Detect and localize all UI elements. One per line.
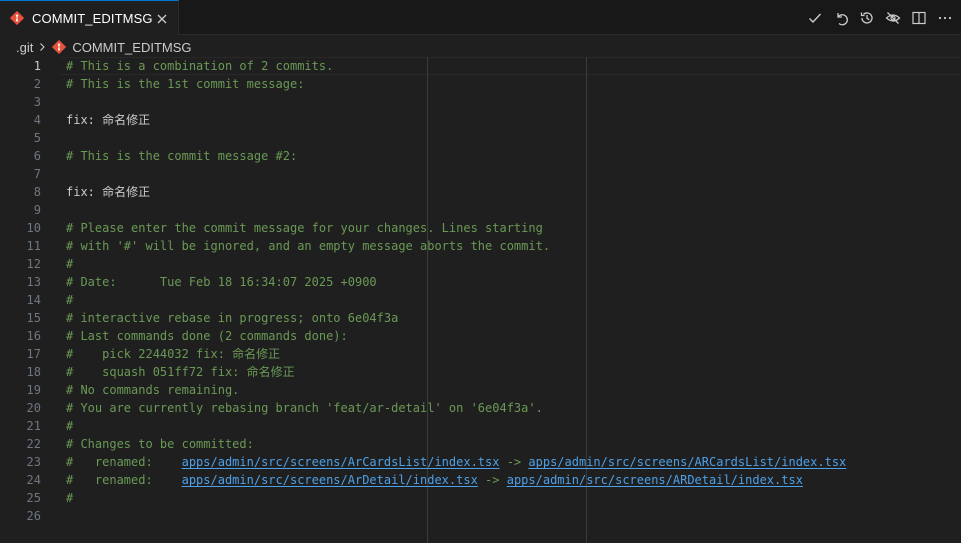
more-icon[interactable] <box>936 9 953 26</box>
line-text: # <box>66 419 74 433</box>
line-number: 5 <box>33 131 41 145</box>
file-link[interactable]: apps/admin/src/screens/ARCardsList/index… <box>528 455 846 469</box>
code-line[interactable]: 14 # <box>0 291 961 309</box>
line-text: # You are currently rebasing branch 'fea… <box>66 401 543 415</box>
rename-label: # renamed: <box>66 455 182 469</box>
rename-arrow: -> <box>477 473 507 487</box>
line-number: 3 <box>33 95 41 109</box>
line-text: # No commands remaining. <box>66 383 240 397</box>
line-text: # pick 2244032 fix: 命名修正 <box>66 347 281 361</box>
history-icon[interactable] <box>858 9 875 26</box>
line-text: # Please enter the commit message for yo… <box>66 221 543 235</box>
rename-label: # renamed: <box>66 473 182 487</box>
line-number: 21 <box>26 419 41 433</box>
tab-commit-editmsg[interactable]: COMMIT_EDITMSG <box>0 0 179 35</box>
code-line[interactable]: 21 # <box>0 417 961 435</box>
editor-tab-bar: COMMIT_EDITMSG <box>0 0 961 35</box>
code-line[interactable]: 22 # Changes to be committed: <box>0 435 961 453</box>
line-text: # Changes to be committed: <box>66 437 254 451</box>
line-text: # This is a combination of 2 commits. <box>66 59 334 73</box>
code-line[interactable]: 6 # This is the commit message #2: <box>0 147 961 165</box>
line-number: 25 <box>26 491 41 505</box>
code-line[interactable]: 13 # Date: Tue Feb 18 16:34:07 2025 +0900 <box>0 273 961 291</box>
line-number: 7 <box>33 167 41 181</box>
line-number: 14 <box>26 293 41 307</box>
tab-label: COMMIT_EDITMSG <box>32 11 153 26</box>
line-number: 15 <box>26 311 41 325</box>
code-line[interactable]: 9 <box>0 201 961 219</box>
code-line[interactable]: 16 # Last commands done (2 commands done)… <box>0 327 961 345</box>
line-number: 8 <box>33 185 41 199</box>
code-line[interactable]: 7 <box>0 165 961 183</box>
line-text: # <box>66 293 74 307</box>
code-line[interactable]: 18 # squash 051ff72 fix: 命名修正 <box>0 363 961 381</box>
split-editor-icon[interactable] <box>910 9 927 26</box>
code-line[interactable]: 26 <box>0 507 961 525</box>
line-number: 13 <box>26 275 41 289</box>
line-text: # renamed: apps/admin/src/screens/ArDeta… <box>66 471 803 489</box>
code-line[interactable]: 24 # renamed: apps/admin/src/screens/ArDe… <box>0 471 961 489</box>
code-line[interactable]: 11 # with '#' will be ignored, and an emp… <box>0 237 961 255</box>
line-text: # Date: Tue Feb 18 16:34:07 2025 +0900 <box>66 275 377 289</box>
code-line[interactable]: 3 <box>0 93 961 111</box>
breadcrumb: .git COMMIT_EDITMSG <box>0 36 961 58</box>
code-line[interactable]: 23 # renamed: apps/admin/src/screens/ArCa… <box>0 453 961 471</box>
undo-icon[interactable] <box>832 9 849 26</box>
line-text: # This is the commit message #2: <box>66 149 298 163</box>
check-icon[interactable] <box>806 9 823 26</box>
eye-closed-icon[interactable] <box>884 9 901 26</box>
line-text: # <box>66 257 74 271</box>
code-line[interactable]: 5 <box>0 129 961 147</box>
code-line[interactable]: 1 # This is a combination of 2 commits. <box>0 57 961 75</box>
line-text: # squash 051ff72 fix: 命名修正 <box>66 365 295 379</box>
line-text: # This is the 1st commit message: <box>66 77 305 91</box>
git-file-icon <box>52 40 67 54</box>
line-number: 6 <box>33 149 41 163</box>
line-number: 23 <box>26 455 41 469</box>
git-file-icon <box>9 10 25 30</box>
line-number: 18 <box>26 365 41 379</box>
editor-actions <box>806 9 953 26</box>
line-text: # with '#' will be ignored, and an empty… <box>66 239 551 253</box>
file-link[interactable]: apps/admin/src/screens/ArDetail/index.ts… <box>182 473 478 487</box>
line-text: # interactive rebase in progress; onto 6… <box>66 311 399 325</box>
code-line[interactable]: 10 # Please enter the commit message for … <box>0 219 961 237</box>
line-number: 10 <box>26 221 41 235</box>
line-number: 16 <box>26 329 41 343</box>
line-number: 20 <box>26 401 41 415</box>
code-line[interactable]: 17 # pick 2244032 fix: 命名修正 <box>0 345 961 363</box>
line-number: 22 <box>26 437 41 451</box>
line-number: 2 <box>33 77 41 91</box>
breadcrumb-file[interactable]: COMMIT_EDITMSG <box>72 40 191 55</box>
line-text: # Last commands done (2 commands done): <box>66 329 348 343</box>
line-text: # renamed: apps/admin/src/screens/ArCard… <box>66 453 846 471</box>
code-line[interactable]: 8 fix: 命名修正 <box>0 183 961 201</box>
line-number: 17 <box>26 347 41 361</box>
close-icon[interactable] <box>154 11 170 27</box>
line-number: 11 <box>26 239 41 253</box>
code-line[interactable]: 15 # interactive rebase in progress; onto… <box>0 309 961 327</box>
line-number: 26 <box>26 509 41 523</box>
code-line[interactable]: 19 # No commands remaining. <box>0 381 961 399</box>
code-line[interactable]: 4 fix: 命名修正 <box>0 111 961 129</box>
line-number: 12 <box>26 257 41 271</box>
rename-arrow: -> <box>499 455 529 469</box>
code-line[interactable]: 12 # <box>0 255 961 273</box>
line-number: 9 <box>33 203 41 217</box>
line-number: 1 <box>33 59 41 73</box>
code-line[interactable]: 2 # This is the 1st commit message: <box>0 75 961 93</box>
line-number: 19 <box>26 383 41 397</box>
line-text: fix: 命名修正 <box>66 113 151 127</box>
line-number: 4 <box>33 113 41 127</box>
file-link[interactable]: apps/admin/src/screens/ArCardsList/index… <box>182 455 500 469</box>
chevron-right-icon <box>37 42 47 52</box>
code-editor[interactable]: 1 # This is a combination of 2 commits. 2 #… <box>0 57 961 543</box>
code-line[interactable]: 20 # You are currently rebasing branch 'f… <box>0 399 961 417</box>
line-number: 24 <box>26 473 41 487</box>
breadcrumb-folder[interactable]: .git <box>16 40 33 55</box>
code-line[interactable]: 25 # <box>0 489 961 507</box>
file-link[interactable]: apps/admin/src/screens/ARDetail/index.ts… <box>507 473 803 487</box>
line-text: fix: 命名修正 <box>66 185 151 199</box>
line-text: # <box>66 491 74 505</box>
